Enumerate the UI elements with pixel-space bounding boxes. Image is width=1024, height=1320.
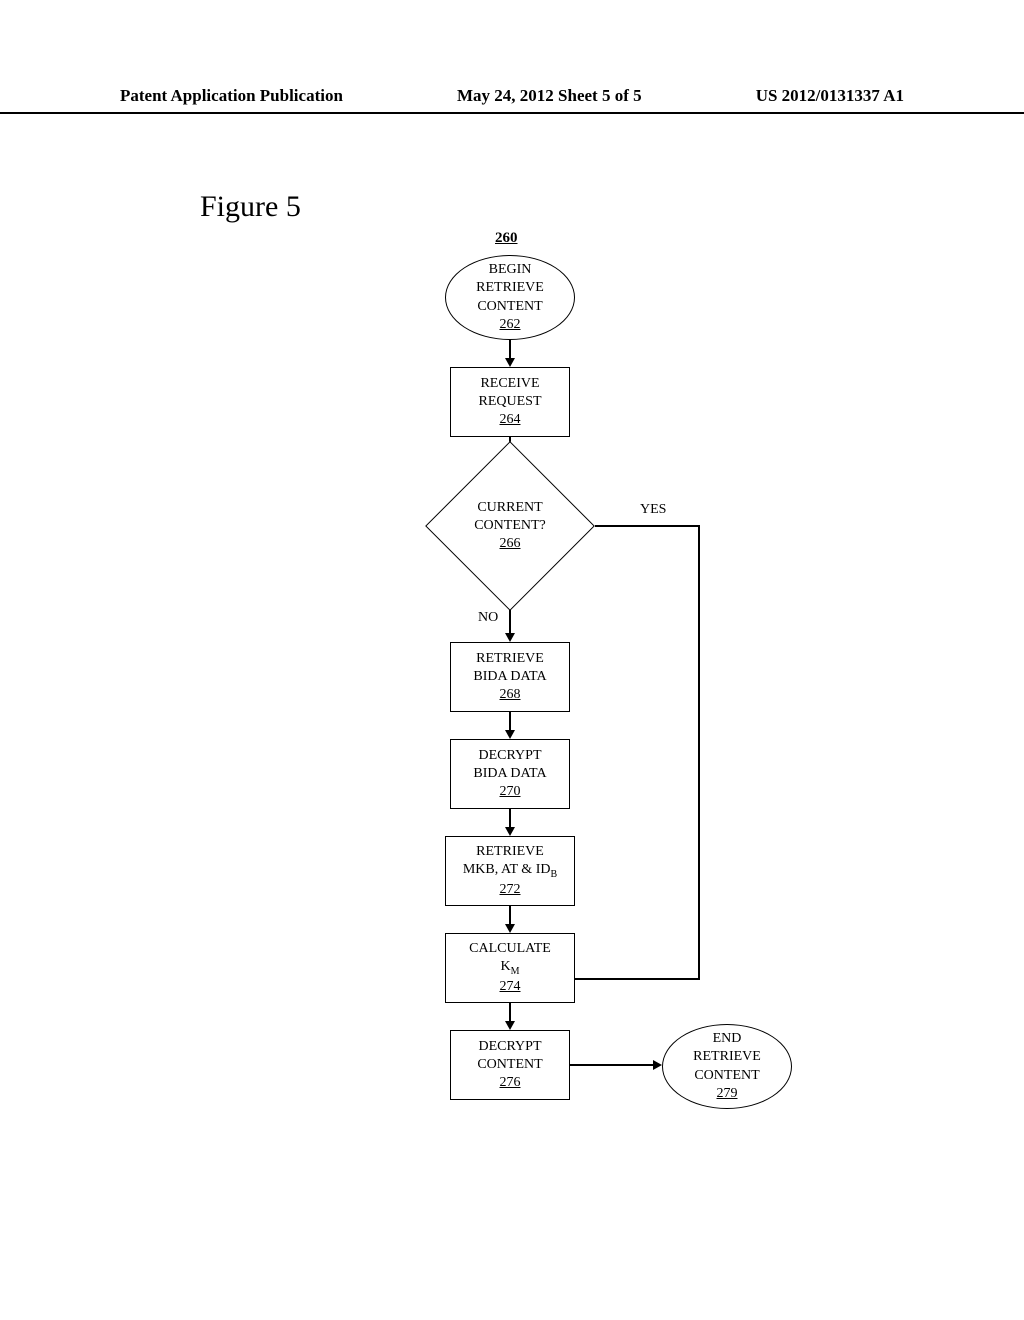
node-ref: 268 xyxy=(500,686,521,704)
node-begin: BEGIN RETRIEVE CONTENT 262 xyxy=(445,255,575,340)
node-ref: 279 xyxy=(717,1085,738,1103)
node-text: CALCULATE xyxy=(469,940,551,958)
arrow xyxy=(509,712,511,732)
node-retrieve-mkb: RETRIEVE MKB, AT & IDB 272 xyxy=(445,836,575,906)
arrow-head-icon xyxy=(505,358,515,367)
header-right: US 2012/0131337 A1 xyxy=(756,86,904,106)
node-text: CONTENT xyxy=(477,1056,542,1074)
header-center: May 24, 2012 Sheet 5 of 5 xyxy=(457,86,642,106)
node-text: CONTENT? xyxy=(474,517,546,535)
node-ref: 270 xyxy=(500,783,521,801)
arrow-head-icon xyxy=(505,730,515,739)
node-text: KM xyxy=(500,958,519,978)
node-text: CURRENT xyxy=(477,499,542,517)
node-text: DECRYPT xyxy=(478,747,541,765)
overall-ref: 260 xyxy=(495,230,518,247)
arrow xyxy=(509,809,511,829)
node-text: RETRIEVE xyxy=(476,843,544,861)
arrow-head-icon xyxy=(505,827,515,836)
node-decrypt-bida: DECRYPT BIDA DATA 270 xyxy=(450,739,570,809)
node-text: DECRYPT xyxy=(478,1038,541,1056)
page-header: Patent Application Publication May 24, 2… xyxy=(0,86,1024,114)
arrow xyxy=(698,525,700,980)
arrow xyxy=(509,906,511,926)
node-text: CONTENT xyxy=(477,298,542,316)
arrow xyxy=(509,610,511,635)
arrow xyxy=(509,340,511,360)
node-ref: 262 xyxy=(500,316,521,334)
arrow xyxy=(595,525,700,527)
figure-title: Figure 5 xyxy=(200,190,301,224)
arrow-head-icon xyxy=(505,633,515,642)
node-ref: 266 xyxy=(500,535,521,553)
node-receive-request: RECEIVE REQUEST 264 xyxy=(450,367,570,437)
node-text: BIDA DATA xyxy=(473,668,546,686)
node-ref: 276 xyxy=(500,1074,521,1092)
arrow xyxy=(572,978,700,980)
node-ref: 264 xyxy=(500,411,521,429)
label-no: NO xyxy=(478,610,498,626)
arrow-head-icon xyxy=(505,1021,515,1030)
node-text: MKB, AT & IDB xyxy=(463,861,557,881)
label-yes: YES xyxy=(640,502,666,518)
node-decrypt-content: DECRYPT CONTENT 276 xyxy=(450,1030,570,1100)
node-calculate-km: CALCULATE KM 274 xyxy=(445,933,575,1003)
node-ref: 274 xyxy=(500,978,521,996)
node-text: BEGIN xyxy=(489,261,532,279)
arrow-head-icon xyxy=(653,1060,662,1070)
arrow xyxy=(509,1003,511,1023)
node-text: RETRIEVE xyxy=(476,279,544,297)
node-text: CONTENT xyxy=(694,1067,759,1085)
node-text: BIDA DATA xyxy=(473,765,546,783)
node-decision-current-content: CURRENT CONTENT? 266 xyxy=(450,466,570,586)
arrow-head-icon xyxy=(505,924,515,933)
arrow xyxy=(570,1064,655,1066)
node-text: REQUEST xyxy=(479,393,542,411)
node-text: END xyxy=(713,1030,742,1048)
header-left: Patent Application Publication xyxy=(120,86,343,106)
node-text: RETRIEVE xyxy=(693,1048,761,1066)
diamond-text: CURRENT CONTENT? 266 xyxy=(450,466,570,586)
node-text: RETRIEVE xyxy=(476,650,544,668)
node-retrieve-bida: RETRIEVE BIDA DATA 268 xyxy=(450,642,570,712)
node-text: RECEIVE xyxy=(480,375,539,393)
node-end: END RETRIEVE CONTENT 279 xyxy=(662,1024,792,1109)
node-ref: 272 xyxy=(500,881,521,899)
